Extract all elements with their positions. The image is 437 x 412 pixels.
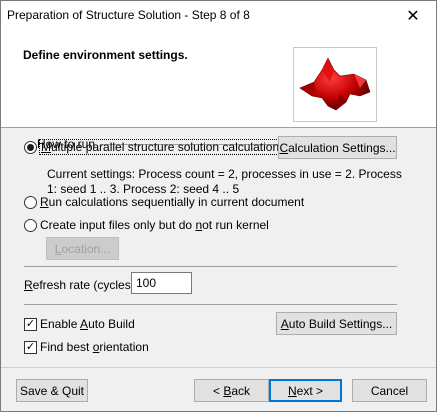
dialog-window: Preparation of Structure Solution - Step… (0, 0, 437, 412)
title-bar: Preparation of Structure Solution - Step… (1, 1, 436, 31)
cancel-button[interactable]: Cancel (352, 379, 427, 402)
back-button[interactable]: < Back (194, 379, 269, 402)
enable-auto-build-label[interactable]: Enable Auto Build (40, 317, 135, 331)
find-best-orientation-checkbox[interactable]: ✓ (24, 341, 37, 354)
divider (24, 304, 397, 305)
option-input-files-only-label[interactable]: Create input files only but do not run k… (40, 218, 269, 232)
radio-input-files-only[interactable] (24, 219, 37, 232)
auto-build-settings-button[interactable]: Auto Build Settings... (276, 312, 397, 335)
find-best-orientation-label[interactable]: Find best orientation (40, 340, 149, 354)
close-icon[interactable]: ✕ (390, 1, 436, 31)
radio-multiple-parallel[interactable] (24, 141, 37, 154)
next-button[interactable]: Next > (269, 379, 342, 402)
save-quit-button[interactable]: Save & Quit (16, 379, 88, 402)
enable-auto-build-checkbox[interactable]: ✓ (24, 318, 37, 331)
location-button[interactable]: Location... (46, 237, 119, 260)
calculation-settings-button[interactable]: Calculation Settings... (278, 136, 397, 159)
option-multiple-parallel-label[interactable]: Multiple parallel structure solution cal… (38, 139, 288, 155)
radio-run-sequentially[interactable] (24, 196, 37, 209)
refresh-rate-input[interactable] (131, 272, 192, 294)
divider (24, 266, 397, 267)
window-title: Preparation of Structure Solution - Step… (7, 8, 250, 22)
page-title: Define environment settings. (23, 48, 188, 62)
refresh-rate-label: Refresh rate (cycles): (24, 278, 139, 292)
footer-divider (1, 367, 436, 368)
structure-surface-image (293, 47, 377, 122)
wizard-header: Define environment settings. (1, 31, 436, 128)
current-settings-text: Current settings: Process count = 2, pro… (47, 167, 402, 196)
option-run-sequentially-label[interactable]: Run calculations sequentially in current… (40, 195, 304, 209)
